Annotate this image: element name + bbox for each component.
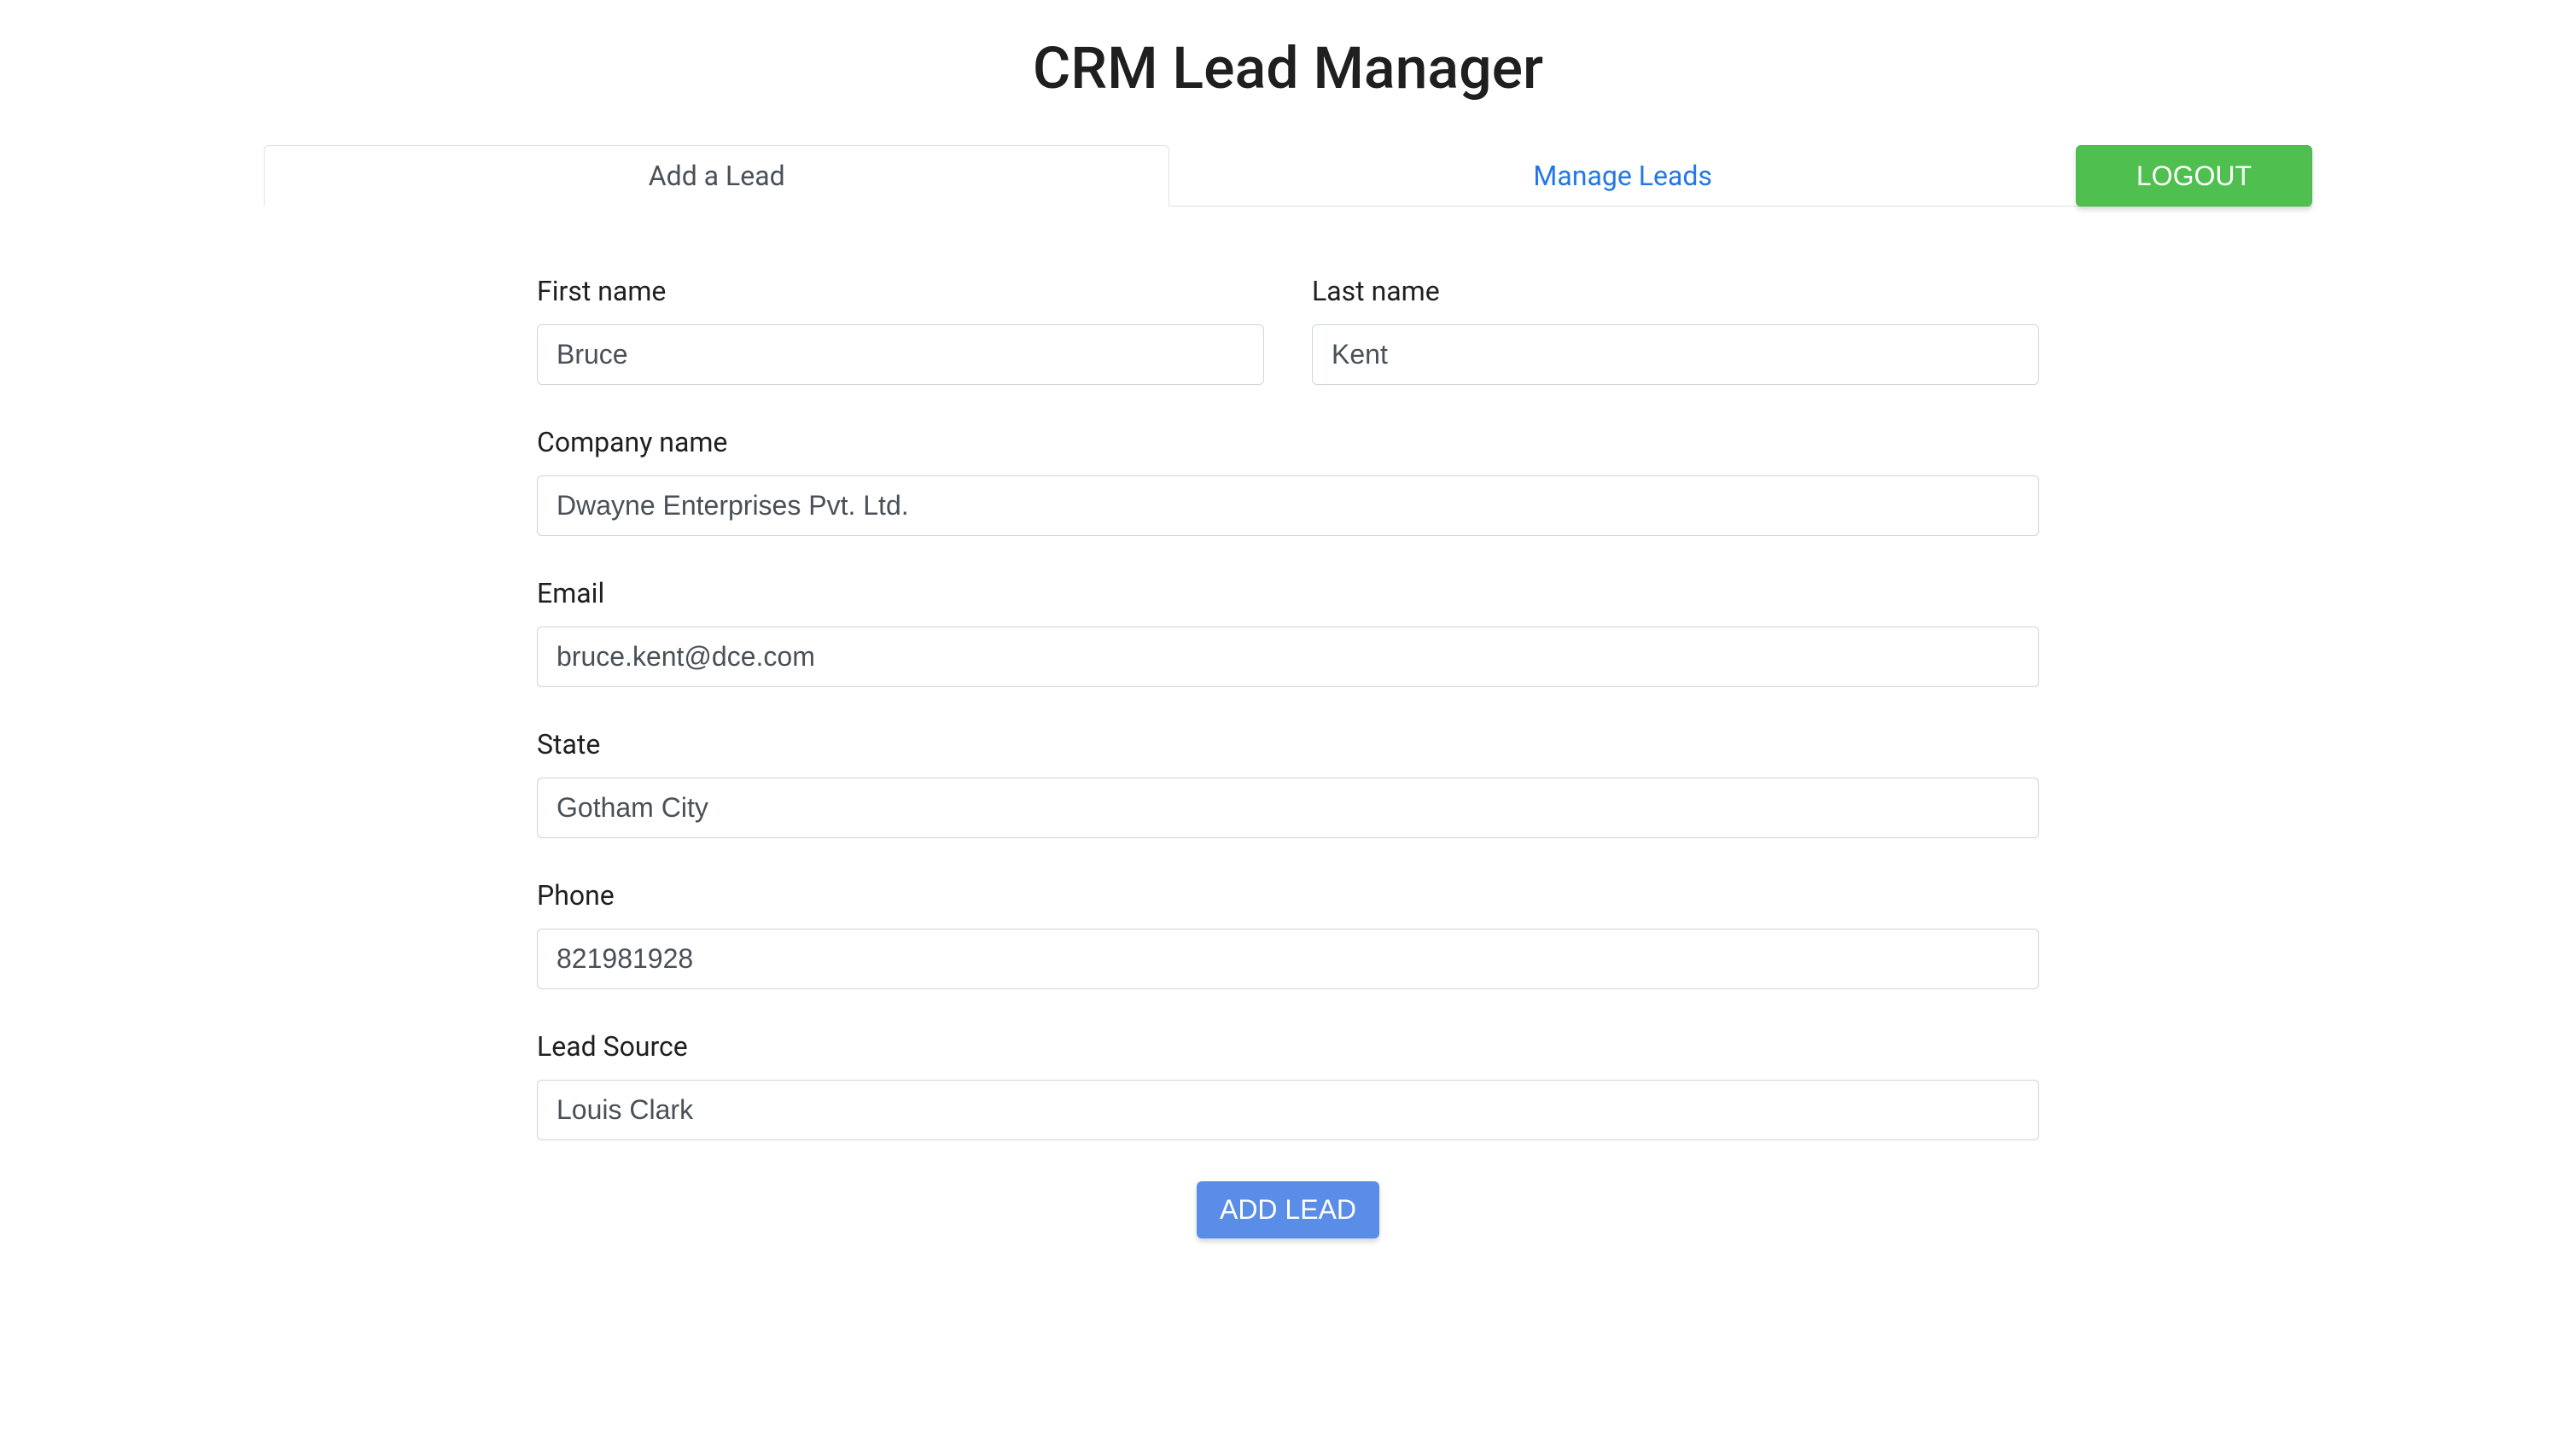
lead-source-label: Lead Source [537, 1030, 2039, 1063]
phone-label: Phone [537, 879, 2039, 912]
last-name-label: Last name [1312, 275, 2039, 307]
page-title: CRM Lead Manager [264, 34, 2312, 102]
tab-manage-leads[interactable]: Manage Leads [1169, 145, 2075, 207]
add-lead-button[interactable]: ADD LEAD [1197, 1181, 1379, 1238]
company-name-label: Company name [537, 426, 2039, 458]
email-input[interactable] [537, 626, 2039, 687]
last-name-input[interactable] [1312, 324, 2039, 385]
tab-add-lead[interactable]: Add a Lead [264, 145, 1169, 207]
add-lead-form: First name Last name Company name Email … [537, 275, 2039, 1238]
first-name-input[interactable] [537, 324, 1264, 385]
state-label: State [537, 728, 2039, 760]
phone-input[interactable] [537, 929, 2039, 989]
first-name-label: First name [537, 275, 1264, 307]
lead-source-input[interactable] [537, 1080, 2039, 1140]
company-name-input[interactable] [537, 475, 2039, 536]
state-input[interactable] [537, 778, 2039, 838]
nav-tabs: Add a Lead Manage Leads LOGOUT [264, 145, 2312, 207]
email-label: Email [537, 577, 2039, 609]
logout-button[interactable]: LOGOUT [2076, 145, 2312, 207]
